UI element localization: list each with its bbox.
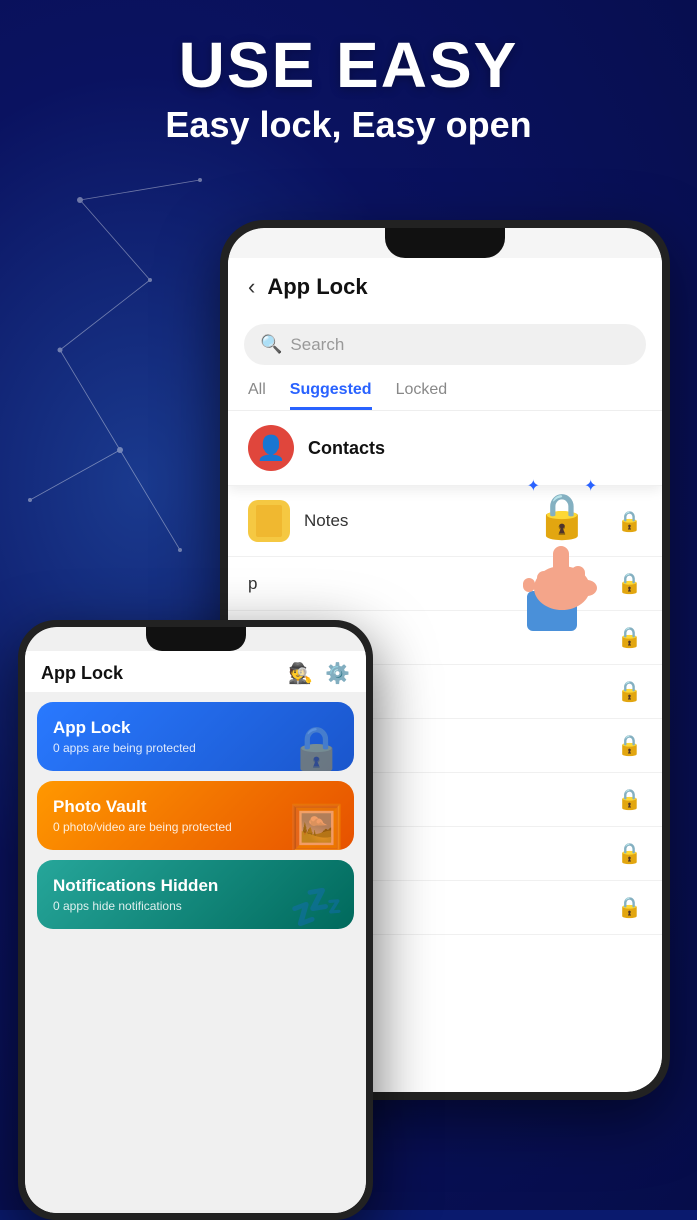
app-lock-screen-title: App Lock bbox=[267, 274, 367, 300]
lock-icon-4: 🔒 bbox=[617, 625, 642, 650]
photo-vault-card[interactable]: Photo Vault 0 photo/video are being prot… bbox=[37, 781, 354, 850]
tabs: All Suggested Locked bbox=[228, 373, 662, 411]
interaction-overlay: ✦ ✦ 🔒 bbox=[507, 490, 617, 651]
lock-icon-5: 🔒 bbox=[617, 679, 642, 704]
photo-vault-card-icon: 🖼️ bbox=[289, 802, 344, 850]
phone-front-screen: App Lock 🕵️ ⚙️ App Lock 0 apps are being… bbox=[25, 627, 366, 1213]
dashboard-cards: App Lock 0 apps are being protected 🔒 Ph… bbox=[25, 692, 366, 1213]
app-row-contacts[interactable]: 👤 Contacts bbox=[228, 411, 662, 486]
app-lock-header: ‹ App Lock bbox=[228, 258, 662, 316]
search-icon: 🔍 bbox=[260, 334, 282, 355]
tab-locked[interactable]: Locked bbox=[396, 381, 448, 410]
header-subtitle: Easy lock, Easy open bbox=[0, 104, 697, 146]
lock-icon-8: 🔒 bbox=[617, 841, 642, 866]
contacts-app-icon: 👤 bbox=[248, 425, 294, 471]
person-icon: 👤 bbox=[256, 434, 286, 463]
notifications-hidden-card[interactable]: Notifications Hidden 0 apps hide notific… bbox=[37, 860, 354, 929]
app-lock-card-icon: 🔒 bbox=[289, 723, 344, 771]
incognito-icon[interactable]: 🕵️ bbox=[288, 661, 313, 686]
contacts-app-name: Contacts bbox=[308, 438, 642, 459]
phone-front-notch bbox=[146, 627, 246, 651]
lock-icon-6: 🔒 bbox=[617, 733, 642, 758]
tab-suggested[interactable]: Suggested bbox=[290, 381, 372, 410]
phone-front: App Lock 🕵️ ⚙️ App Lock 0 apps are being… bbox=[18, 620, 373, 1220]
search-bar[interactable]: 🔍 Search bbox=[244, 324, 646, 365]
app-lock-card[interactable]: App Lock 0 apps are being protected 🔒 bbox=[37, 702, 354, 771]
notes-icon-inner bbox=[256, 505, 282, 537]
notes-lock-icon: 🔒 bbox=[617, 509, 642, 534]
lock-icon-3: 🔒 bbox=[617, 571, 642, 596]
back-arrow-icon[interactable]: ‹ bbox=[248, 274, 255, 300]
phone-front-header: App Lock 🕵️ ⚙️ bbox=[25, 651, 366, 692]
phone-back-notch bbox=[385, 228, 505, 258]
lock-icon-9: 🔒 bbox=[617, 895, 642, 920]
front-header-icons: 🕵️ ⚙️ bbox=[288, 661, 350, 686]
phone-front-title: App Lock bbox=[41, 663, 123, 684]
lock-icon-7: 🔒 bbox=[617, 787, 642, 812]
header: USE EASY Easy lock, Easy open bbox=[0, 30, 697, 146]
header-title: USE EASY bbox=[0, 30, 697, 100]
hand-pointer-icon bbox=[507, 536, 617, 651]
tab-all[interactable]: All bbox=[248, 381, 266, 410]
animated-lock-icon: ✦ ✦ 🔒 bbox=[535, 490, 590, 542]
notes-app-icon bbox=[248, 500, 290, 542]
settings-icon[interactable]: ⚙️ bbox=[325, 661, 350, 686]
search-placeholder: Search bbox=[290, 335, 344, 355]
notifications-hidden-icon: 💤 bbox=[289, 881, 344, 929]
